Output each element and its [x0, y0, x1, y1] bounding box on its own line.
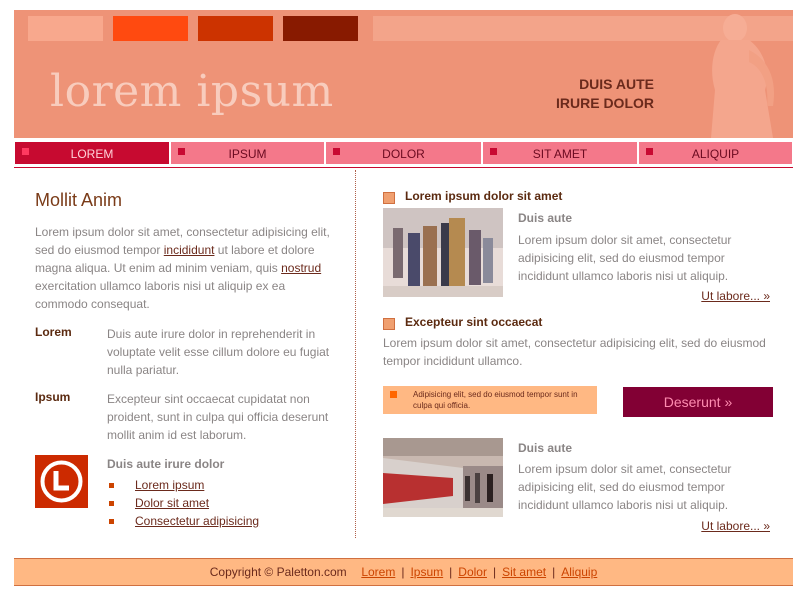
nav-item-label: SIT AMET [532, 147, 588, 161]
nav-item-dolor[interactable]: DOLOR [325, 141, 482, 165]
footer-link-ipsum[interactable]: Ipsum [410, 565, 443, 579]
color-swatch-2 [113, 16, 188, 41]
section-bullet-icon [383, 192, 395, 204]
site-footer: Copyright © Paletton.com Lorem | Ipsum | Dol… [14, 558, 793, 586]
section-title: Mollit Anim [35, 190, 123, 210]
list-link[interactable]: Consectetur adipisicing [135, 514, 259, 528]
nostrud-link[interactable]: nostrud [281, 261, 321, 275]
nav-item-aliquip[interactable]: ALIQUIP [638, 141, 793, 165]
callout-box: Adipisicing elit, sed do eiusmod tempor … [383, 386, 597, 414]
footer-link-aliquip[interactable]: Aliquip [561, 565, 597, 579]
nav-bullet-icon [22, 148, 29, 155]
footer-link-lorem[interactable]: Lorem [361, 565, 395, 579]
list-item: Consectetur adipisicing [107, 512, 259, 530]
read-more-link[interactable]: Ut labore... » [701, 289, 770, 303]
footer-separator: | [449, 565, 453, 579]
subway-photo [383, 438, 503, 517]
incididunt-link[interactable]: incididunt [164, 243, 215, 257]
article-heading: Duis aute [518, 211, 573, 225]
site-logo[interactable]: lorem ipsum [50, 70, 334, 114]
color-swatch-1 [28, 16, 103, 41]
left-column: Mollit Anim Lorem ipsum dolor sit amet, … [35, 190, 335, 528]
intro-paragraph: Lorem ipsum dolor sit amet, consectetur … [35, 223, 335, 313]
definition-description: Duis aute irure dolor in reprehenderit i… [107, 327, 330, 377]
nav-bullet-icon [490, 148, 497, 155]
article-text: Lorem ipsum dolor sit amet, consectetur … [518, 462, 732, 512]
nav-item-label: LOREM [70, 147, 114, 161]
list-link[interactable]: Lorem ipsum [135, 478, 204, 492]
nav-item-label: IPSUM [228, 147, 267, 161]
article-heading: Duis aute [518, 441, 573, 455]
site-header: lorem ipsum DUIS AUTE IRURE DOLOR [14, 10, 793, 138]
footer-separator: | [492, 565, 497, 579]
link-list: Lorem ipsum Dolor sit amet Consectetur a… [107, 476, 259, 530]
nav-bullet-icon [646, 148, 653, 155]
section-heading: Lorem ipsum dolor sit amet [405, 189, 563, 203]
nav-divider [14, 167, 793, 168]
nav-item-sit-amet[interactable]: SIT AMET [482, 141, 638, 165]
color-swatch-4 [283, 16, 358, 41]
color-swatch-3 [198, 16, 273, 41]
list-item: Dolor sit amet [107, 494, 259, 512]
nav-item-label: DOLOR [382, 147, 425, 161]
definition-term: Ipsum [35, 390, 71, 404]
header-tagline: DUIS AUTE IRURE DOLOR [556, 75, 654, 113]
list-link[interactable]: Dolor sit amet [135, 496, 209, 510]
deserunt-button[interactable]: Deserunt » [623, 387, 773, 417]
tagline-line-1: DUIS AUTE [579, 76, 654, 92]
definition-term: Lorem [35, 325, 72, 339]
section-heading: Excepteur sint occaecat [405, 315, 543, 329]
nav-bullet-icon [178, 148, 185, 155]
definition-description: Excepteur sint occaecat cupidatat non pr… [107, 392, 329, 442]
callout-bullet-icon [390, 391, 397, 398]
read-more-link[interactable]: Ut labore... » [701, 519, 770, 533]
clock-logo-icon [35, 455, 88, 508]
column-divider [355, 170, 356, 538]
main-nav: LOREM IPSUM DOLOR SIT AMET ALIQUIP [14, 141, 793, 167]
tagline-line-2: IRURE DOLOR [556, 95, 654, 111]
footer-separator: | [552, 565, 556, 579]
nav-item-ipsum[interactable]: IPSUM [170, 141, 325, 165]
crowd-photo [383, 208, 503, 297]
article-text: Lorem ipsum dolor sit amet, consectetur … [518, 233, 732, 283]
footer-link-sit-amet[interactable]: Sit amet [502, 565, 546, 579]
nav-item-lorem[interactable]: LOREM [14, 141, 170, 165]
nav-item-label: ALIQUIP [691, 147, 740, 161]
model-silhouette-image [711, 14, 774, 138]
footer-separator: | [401, 565, 405, 579]
list-item: Lorem ipsum [107, 476, 259, 494]
list-title: Duis aute irure dolor [107, 457, 225, 471]
section-bullet-icon [383, 318, 395, 330]
callout-text: Adipisicing elit, sed do eiusmod tempor … [413, 390, 578, 410]
nav-bullet-icon [333, 148, 340, 155]
footer-link-dolor[interactable]: Dolor [458, 565, 487, 579]
copyright-text: Copyright © Paletton.com [209, 565, 347, 579]
intro-text: exercitation ullamco laboris nisi ut ali… [35, 279, 286, 311]
section-text: Lorem ipsum dolor sit amet, consectetur … [383, 336, 766, 368]
